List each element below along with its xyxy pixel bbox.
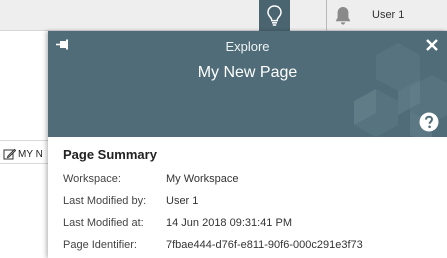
summary-label: Workspace: bbox=[63, 173, 121, 185]
edit-page-label: MY N bbox=[18, 148, 43, 160]
page-summary-heading: Page Summary bbox=[63, 147, 157, 162]
edit-icon bbox=[3, 148, 16, 160]
close-panel-button[interactable] bbox=[424, 37, 440, 53]
summary-value: 7fbae444-d76f-e811-90f6-000c291e3f73 bbox=[166, 239, 363, 251]
notifications-button[interactable] bbox=[331, 4, 355, 28]
bell-icon bbox=[335, 7, 351, 25]
background-page: MY N bbox=[0, 31, 48, 258]
page-title: My New Page bbox=[197, 64, 298, 81]
help-icon bbox=[419, 112, 439, 132]
explore-panel: Explore My New Page Page Summary Workspa… bbox=[48, 31, 447, 258]
summary-label: Last Modified at: bbox=[63, 217, 144, 229]
toolbar-divider bbox=[326, 0, 327, 31]
panel-eyebrow: Explore bbox=[225, 39, 270, 54]
summary-value: My Workspace bbox=[166, 173, 239, 185]
panel-header: Explore My New Page bbox=[48, 31, 447, 137]
divider bbox=[0, 140, 48, 141]
summary-value: User 1 bbox=[166, 195, 199, 207]
close-icon bbox=[426, 39, 438, 51]
summary-label: Page Identifier: bbox=[63, 239, 137, 251]
user-menu[interactable]: User 1 bbox=[372, 9, 404, 21]
explore-button[interactable] bbox=[259, 0, 290, 31]
summary-value: 14 Jun 2018 09:31:41 PM bbox=[166, 217, 292, 229]
divider bbox=[0, 163, 48, 164]
lightbulb-icon bbox=[267, 5, 282, 26]
edit-page-button[interactable]: MY N bbox=[3, 148, 43, 160]
top-bar: User 1 bbox=[0, 0, 447, 31]
summary-label: Last Modified by: bbox=[63, 195, 147, 207]
help-button[interactable] bbox=[419, 112, 439, 132]
